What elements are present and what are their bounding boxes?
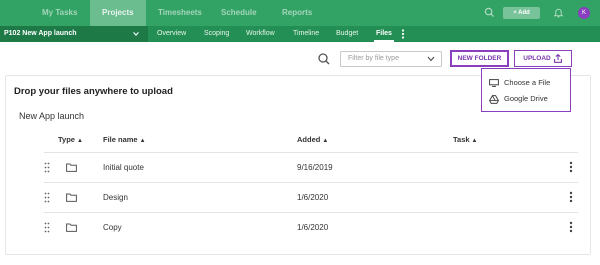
- nav-timesheets[interactable]: Timesheets: [158, 0, 202, 26]
- column-type[interactable]: Type ▲︎: [58, 135, 83, 144]
- filter-placeholder: Filter by file type: [348, 55, 399, 62]
- folder-icon: [66, 223, 77, 232]
- column-file-name[interactable]: File name ▲︎: [103, 135, 146, 144]
- tab-scoping[interactable]: Scoping: [204, 26, 229, 42]
- folder-icon: [66, 163, 77, 172]
- search-icon[interactable]: [484, 7, 495, 18]
- sort-icon: ▲︎: [322, 138, 329, 144]
- file-type-filter[interactable]: Filter by file type: [340, 51, 442, 67]
- drop-zone-text: Drop your files anywhere to upload: [14, 86, 173, 97]
- more-options-icon[interactable]: [569, 161, 573, 173]
- chevron-down-icon: [133, 32, 139, 37]
- project-nav: P102 New App launch Overview Scoping Wor…: [0, 26, 600, 42]
- upload-menu-label: Choose a File: [504, 78, 551, 87]
- tab-overview[interactable]: Overview: [157, 26, 186, 42]
- table-row[interactable]: Design 1/6/2020: [0, 183, 600, 213]
- monitor-icon: [489, 79, 499, 87]
- drag-handle-icon[interactable]: [44, 162, 50, 173]
- file-name[interactable]: Copy: [103, 223, 122, 232]
- drag-handle-icon[interactable]: [44, 192, 50, 203]
- upload-icon: [554, 54, 562, 63]
- project-title: New App launch: [19, 111, 85, 121]
- upload-menu: Choose a File Google Drive: [481, 68, 571, 112]
- sort-icon: ▲︎: [76, 138, 83, 144]
- tab-timeline[interactable]: Timeline: [293, 26, 319, 42]
- chevron-down-icon: [427, 56, 435, 62]
- table-row[interactable]: Initial quote 9/16/2019: [0, 153, 600, 183]
- file-added-date: 1/6/2020: [297, 223, 329, 232]
- sort-icon: ▲︎: [139, 138, 146, 144]
- table-row[interactable]: Copy 1/6/2020: [0, 213, 600, 243]
- tab-workflow[interactable]: Workflow: [246, 26, 275, 42]
- drag-handle-icon[interactable]: [44, 222, 50, 233]
- file-name[interactable]: Initial quote: [103, 163, 144, 172]
- tab-budget[interactable]: Budget: [336, 26, 358, 42]
- bell-icon[interactable]: [553, 7, 564, 18]
- nav-projects[interactable]: Projects: [90, 0, 146, 26]
- nav-my-tasks[interactable]: My Tasks: [42, 0, 77, 26]
- upload-menu-label: Google Drive: [504, 94, 548, 103]
- nav-reports[interactable]: Reports: [282, 0, 312, 26]
- folder-icon: [66, 193, 77, 202]
- google-drive-icon: [489, 95, 499, 104]
- file-name[interactable]: Design: [103, 193, 128, 202]
- nav-schedule[interactable]: Schedule: [221, 0, 257, 26]
- file-added-date: 9/16/2019: [297, 163, 333, 172]
- more-options-icon[interactable]: [569, 191, 573, 203]
- new-folder-button[interactable]: NEW FOLDER: [450, 50, 509, 67]
- project-name: P102 New App launch: [4, 30, 77, 37]
- project-selector[interactable]: P102 New App launch: [0, 26, 148, 42]
- search-icon[interactable]: [316, 51, 332, 67]
- top-nav: My Tasks Projects Timesheets Schedule Re…: [0, 0, 600, 26]
- column-added[interactable]: Added ▲︎: [297, 135, 328, 144]
- upload-label: UPLOAD: [523, 55, 551, 62]
- upload-button[interactable]: UPLOAD: [514, 50, 572, 67]
- active-tab-indicator: [374, 40, 394, 42]
- avatar[interactable]: K: [578, 7, 590, 19]
- more-options-icon[interactable]: [569, 221, 573, 233]
- add-button[interactable]: + Add: [503, 7, 540, 19]
- more-tabs-icon[interactable]: [401, 29, 405, 39]
- sort-icon: ▲︎: [471, 138, 478, 144]
- column-task[interactable]: Task ▲︎: [453, 135, 478, 144]
- file-added-date: 1/6/2020: [297, 193, 329, 202]
